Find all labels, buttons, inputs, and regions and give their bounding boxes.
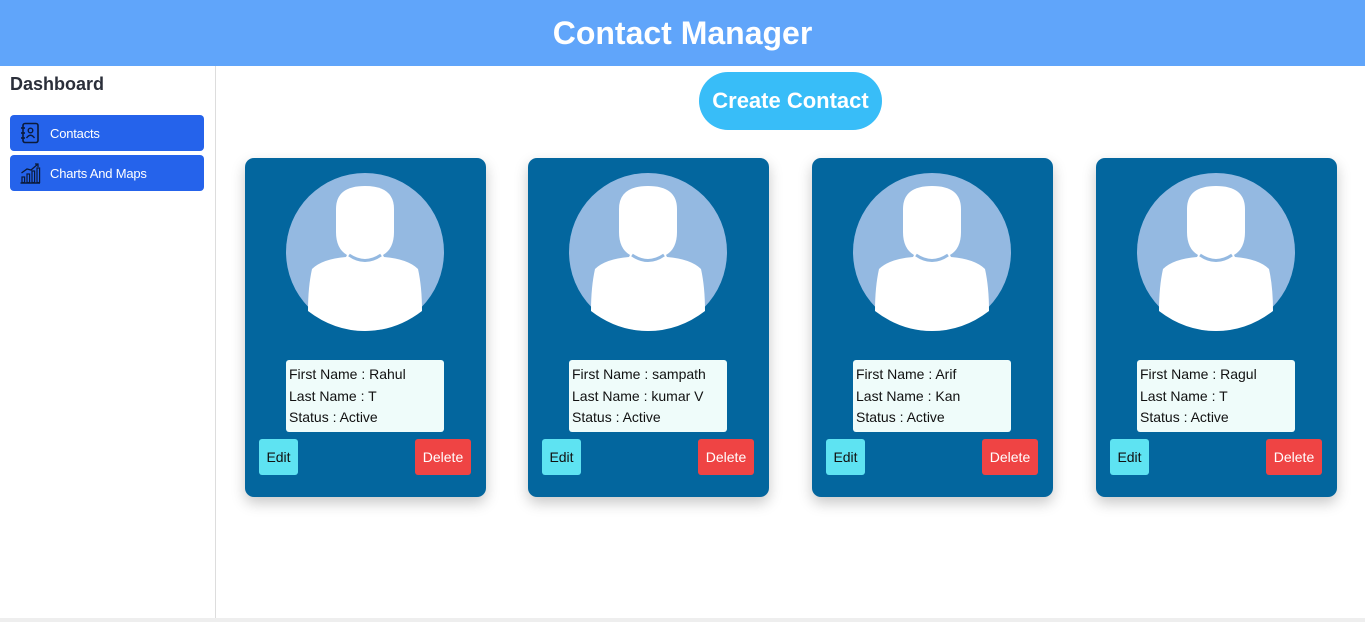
contact-card: First Name : Arif Last Name : Kan Status… [812, 158, 1053, 497]
main-content: Create Contact First Name : Rahul Last N… [217, 66, 1365, 618]
status: Status : Active [1140, 409, 1229, 425]
last-name: Last Name : T [1140, 387, 1228, 404]
sidebar-item-label: Charts And Maps [50, 165, 147, 181]
status: Status : Active [572, 409, 661, 425]
sidebar-item-label: Contacts [50, 125, 100, 141]
sidebar-item-charts-and-maps[interactable]: Charts And Maps [10, 155, 204, 191]
delete-button[interactable]: Delete [415, 439, 471, 475]
bar-chart-icon [10, 155, 50, 191]
avatar-placeholder-icon [286, 173, 444, 331]
sidebar: Dashboard Contacts Charts And Maps [0, 66, 216, 618]
contact-card: First Name : Rahul Last Name : T Status … [245, 158, 486, 497]
contact-info: First Name : Rahul Last Name : T Status … [286, 360, 444, 432]
avatar-placeholder-icon [1137, 173, 1295, 331]
status: Status : Active [856, 409, 945, 425]
first-name: First Name : Ragul [1140, 366, 1257, 382]
avatar-placeholder-icon [569, 173, 727, 331]
delete-button[interactable]: Delete [1266, 439, 1322, 475]
last-name: Last Name : T [289, 387, 377, 404]
app-header: Contact Manager [0, 0, 1365, 66]
sidebar-title: Dashboard [10, 74, 105, 94]
delete-button[interactable]: Delete [982, 439, 1038, 475]
last-name: Last Name : kumar V [572, 387, 704, 404]
delete-button[interactable]: Delete [698, 439, 754, 475]
contact-info: First Name : Arif Last Name : Kan Status… [853, 360, 1011, 432]
contacts-book-icon [10, 115, 50, 151]
first-name: First Name : Arif [856, 366, 957, 382]
horizontal-scrollbar[interactable] [0, 618, 1365, 622]
edit-button[interactable]: Edit [826, 439, 865, 475]
first-name: First Name : Rahul [289, 366, 406, 382]
last-name: Last Name : Kan [856, 387, 961, 404]
edit-button[interactable]: Edit [1110, 439, 1149, 475]
contact-card: First Name : Ragul Last Name : T Status … [1096, 158, 1337, 497]
create-contact-button[interactable]: Create Contact [699, 72, 882, 130]
contact-info: First Name : sampath Last Name : kumar V… [569, 360, 727, 432]
edit-button[interactable]: Edit [542, 439, 581, 475]
status: Status : Active [289, 409, 378, 425]
contact-card: First Name : sampath Last Name : kumar V… [528, 158, 769, 497]
sidebar-item-contacts[interactable]: Contacts [10, 115, 204, 151]
first-name: First Name : sampath [572, 366, 706, 382]
avatar-placeholder-icon [853, 173, 1011, 331]
edit-button[interactable]: Edit [259, 439, 298, 475]
app-title: Contact Manager [552, 14, 813, 51]
contact-info: First Name : Ragul Last Name : T Status … [1137, 360, 1295, 432]
